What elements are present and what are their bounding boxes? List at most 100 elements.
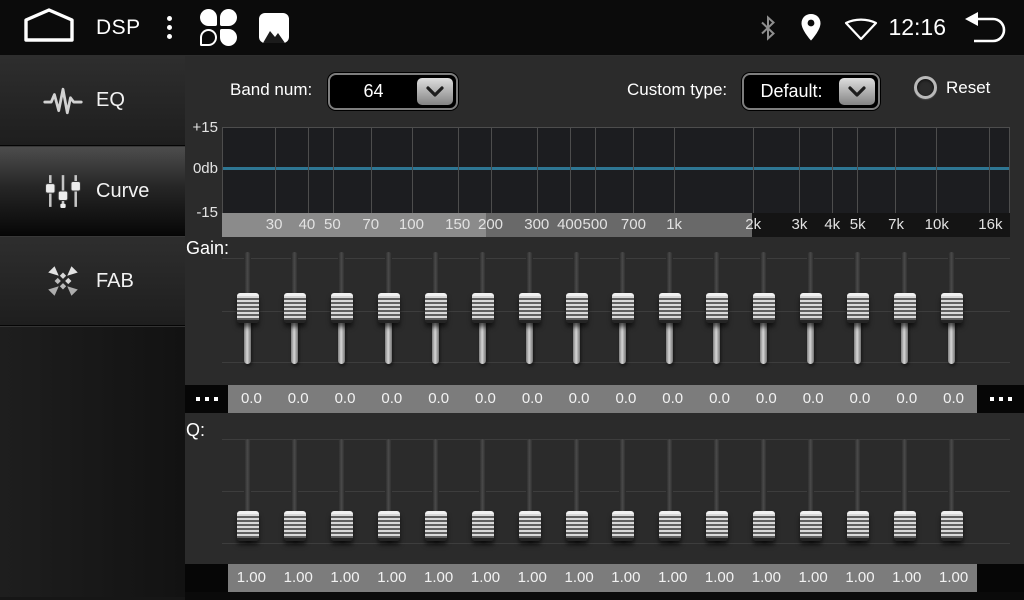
gain-slider[interactable]: [377, 248, 401, 370]
slider-thumb[interactable]: [284, 293, 306, 323]
wifi-icon[interactable]: [844, 14, 878, 41]
slider-thumb[interactable]: [284, 511, 306, 541]
grid-line: [570, 128, 571, 213]
home-icon[interactable]: [22, 6, 76, 49]
grid-line: [753, 128, 754, 213]
band-value: 1.00: [837, 564, 884, 592]
location-icon[interactable]: [800, 13, 822, 42]
more-bands-right-button[interactable]: [977, 385, 1024, 413]
q-slider[interactable]: [893, 435, 917, 547]
custom-type-select[interactable]: Default:: [742, 73, 880, 110]
gain-slider[interactable]: [705, 248, 729, 370]
slider-thumb[interactable]: [425, 511, 447, 541]
back-icon[interactable]: [960, 10, 1008, 46]
slider-thumb[interactable]: [659, 293, 681, 323]
eq-curve-graph[interactable]: [222, 127, 1010, 213]
slider-thumb[interactable]: [706, 293, 728, 323]
gain-slider[interactable]: [799, 248, 823, 370]
slider-thumb[interactable]: [425, 293, 447, 323]
q-slider[interactable]: [518, 435, 542, 547]
slider-thumb[interactable]: [237, 511, 259, 541]
q-slider[interactable]: [471, 435, 495, 547]
slider-thumb[interactable]: [378, 511, 400, 541]
slider-thumb[interactable]: [566, 293, 588, 323]
slider-thumb[interactable]: [659, 511, 681, 541]
band-value: 1.00: [556, 564, 603, 592]
sidebar-item-curve[interactable]: Curve: [0, 146, 185, 236]
gain-slider[interactable]: [424, 248, 448, 370]
gain-slider[interactable]: [330, 248, 354, 370]
gain-slider[interactable]: [236, 248, 260, 370]
reset-label: Reset: [946, 78, 990, 98]
slider-thumb[interactable]: [612, 293, 634, 323]
slider-thumb[interactable]: [472, 511, 494, 541]
slider-thumb[interactable]: [237, 293, 259, 323]
top-status-bar: DSP 12:16: [0, 0, 1024, 56]
q-slider[interactable]: [752, 435, 776, 547]
slider-thumb[interactable]: [706, 511, 728, 541]
bluetooth-icon[interactable]: [758, 14, 778, 42]
slider-thumb[interactable]: [331, 293, 353, 323]
gain-slider[interactable]: [565, 248, 589, 370]
band-value: 1.00: [462, 564, 509, 592]
q-slider[interactable]: [283, 435, 307, 547]
slider-thumb[interactable]: [753, 511, 775, 541]
slider-thumb[interactable]: [566, 511, 588, 541]
apps-clover-icon[interactable]: [200, 9, 237, 46]
q-slider[interactable]: [330, 435, 354, 547]
q-slider[interactable]: [236, 435, 260, 547]
slider-thumb[interactable]: [847, 293, 869, 323]
gain-slider[interactable]: [846, 248, 870, 370]
gain-slider[interactable]: [471, 248, 495, 370]
overflow-menu-icon[interactable]: [163, 12, 176, 43]
slider-thumb[interactable]: [472, 293, 494, 323]
gain-slider[interactable]: [752, 248, 776, 370]
grid-line: [895, 128, 896, 213]
q-slider[interactable]: [940, 435, 964, 547]
slider-thumb[interactable]: [894, 293, 916, 323]
q-slider[interactable]: [799, 435, 823, 547]
q-slider[interactable]: [705, 435, 729, 547]
status-clock: 12:16: [888, 14, 946, 41]
sidebar-item-fab[interactable]: FAB: [0, 236, 185, 326]
slider-thumb[interactable]: [800, 511, 822, 541]
slider-thumb[interactable]: [331, 511, 353, 541]
gain-values-row: 0.00.00.00.00.00.00.00.00.00.00.00.00.00…: [185, 385, 1024, 413]
q-slider[interactable]: [424, 435, 448, 547]
q-slider[interactable]: [377, 435, 401, 547]
gain-slider[interactable]: [518, 248, 542, 370]
gallery-icon[interactable]: [259, 13, 289, 43]
grid-line: [857, 128, 858, 213]
gain-slider[interactable]: [658, 248, 682, 370]
slider-thumb[interactable]: [847, 511, 869, 541]
slider-thumb[interactable]: [894, 511, 916, 541]
freq-tick-label: 4k: [824, 213, 840, 237]
chevron-down-icon[interactable]: [839, 78, 875, 105]
gain-slider[interactable]: [283, 248, 307, 370]
sidebar-item-eq[interactable]: EQ: [0, 56, 185, 146]
band-value: 1.00: [368, 564, 415, 592]
slider-thumb[interactable]: [612, 511, 634, 541]
grid-line: [832, 128, 833, 213]
slider-thumb[interactable]: [753, 293, 775, 323]
gain-slider[interactable]: [611, 248, 635, 370]
q-slider[interactable]: [565, 435, 589, 547]
gain-slider[interactable]: [940, 248, 964, 370]
slider-thumb[interactable]: [800, 293, 822, 323]
reset-button[interactable]: Reset: [914, 76, 990, 99]
slider-thumb[interactable]: [519, 511, 541, 541]
more-bands-left-button[interactable]: [185, 385, 228, 413]
q-slider[interactable]: [658, 435, 682, 547]
q-slider[interactable]: [611, 435, 635, 547]
q-slider[interactable]: [846, 435, 870, 547]
band-value: 0.0: [462, 385, 509, 413]
slider-thumb[interactable]: [378, 293, 400, 323]
band-num-select[interactable]: 64: [328, 73, 458, 110]
chevron-down-icon[interactable]: [417, 78, 453, 105]
slider-thumb[interactable]: [941, 511, 963, 541]
slider-thumb[interactable]: [519, 293, 541, 323]
sidebar-empty: [0, 326, 185, 597]
slider-thumb[interactable]: [941, 293, 963, 323]
gain-slider[interactable]: [893, 248, 917, 370]
freq-tick-label: 7k: [888, 213, 904, 237]
